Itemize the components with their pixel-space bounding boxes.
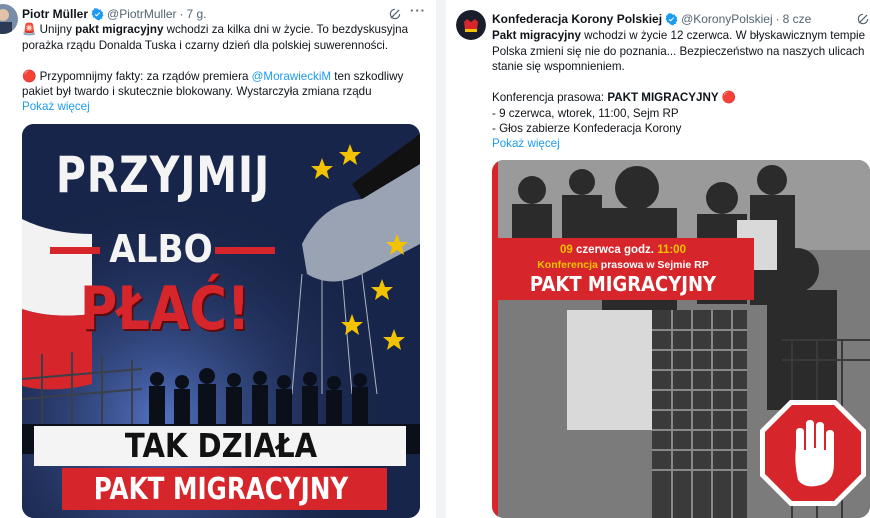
grok-icon[interactable] bbox=[388, 7, 402, 21]
show-more-link[interactable]: Pokaż więcej bbox=[22, 99, 90, 115]
author-handle[interactable]: @PiotrMuller bbox=[107, 7, 177, 21]
show-more-link[interactable]: Pokaż więcej bbox=[492, 136, 560, 152]
tweet-time[interactable]: 8 cze bbox=[783, 12, 812, 26]
tweet-konfederacja-korony-polskiej[interactable]: Konfederacja Korony Polskiej @KoronyPols… bbox=[446, 0, 870, 518]
tweet-time[interactable]: 7 g. bbox=[187, 7, 207, 21]
tweet-piotr-muller[interactable]: Piotr Müller @PiotrMuller · 7 g. ··· 🚨 U… bbox=[0, 0, 436, 518]
mention-link[interactable]: @MorawieckiM bbox=[252, 70, 331, 83]
stop-hand-icon bbox=[760, 400, 866, 506]
red-circle-icon: 🔴 bbox=[22, 69, 37, 83]
poster-banner-line1: TAK DZIAŁA bbox=[124, 426, 318, 465]
poster-conference: Konferencja prasowa w Sejmie RP bbox=[537, 259, 709, 271]
tweet-header: Konfederacja Korony Polskiej @KoronyPols… bbox=[492, 12, 811, 26]
poster-title: PAKT MIGRACYJNY bbox=[529, 272, 717, 296]
poster-title-line1: PRZYJMIJ bbox=[55, 146, 271, 204]
tweet-header: Piotr Müller @PiotrMuller · 7 g. bbox=[22, 7, 207, 21]
feed-gap bbox=[436, 0, 446, 518]
avatar[interactable] bbox=[456, 10, 486, 40]
verified-badge-icon bbox=[665, 12, 678, 26]
verified-badge-icon bbox=[91, 7, 104, 21]
tweet-text: 🚨 Unijny pakt migracyjny wchodzi za kilk… bbox=[22, 23, 409, 98]
more-icon[interactable]: ··· bbox=[410, 3, 426, 18]
separator: · bbox=[179, 7, 184, 21]
red-circle-icon: 🔴 bbox=[721, 91, 737, 104]
author-name[interactable]: Piotr Müller bbox=[22, 7, 88, 21]
poster-date: 09 czerwca godz. 11:00 bbox=[560, 244, 686, 256]
grok-icon[interactable] bbox=[856, 12, 870, 26]
tweet-text: Pakt migracyjny wchodzi w życie 12 czerw… bbox=[492, 29, 866, 135]
author-name[interactable]: Konfederacja Korony Polskiej bbox=[492, 12, 662, 26]
separator: · bbox=[775, 12, 780, 26]
poster-title-line3: PŁAĆ! bbox=[79, 274, 251, 344]
tweet-image-poster[interactable]: 09 czerwca godz. 11:00 Konferencja praso… bbox=[492, 160, 870, 518]
avatar[interactable] bbox=[0, 4, 18, 34]
poster-banner-line2: PAKT MIGRACYJNY bbox=[93, 472, 349, 507]
poster-title-line2: ALBO bbox=[109, 227, 213, 271]
siren-icon: 🚨 bbox=[22, 23, 37, 36]
author-handle[interactable]: @KoronyPolskiej bbox=[681, 12, 773, 26]
tweet-image-poster[interactable]: PRZYJMIJ ALBO PŁAĆ! TAK DZIAŁA PAKT MIGR… bbox=[22, 124, 420, 518]
